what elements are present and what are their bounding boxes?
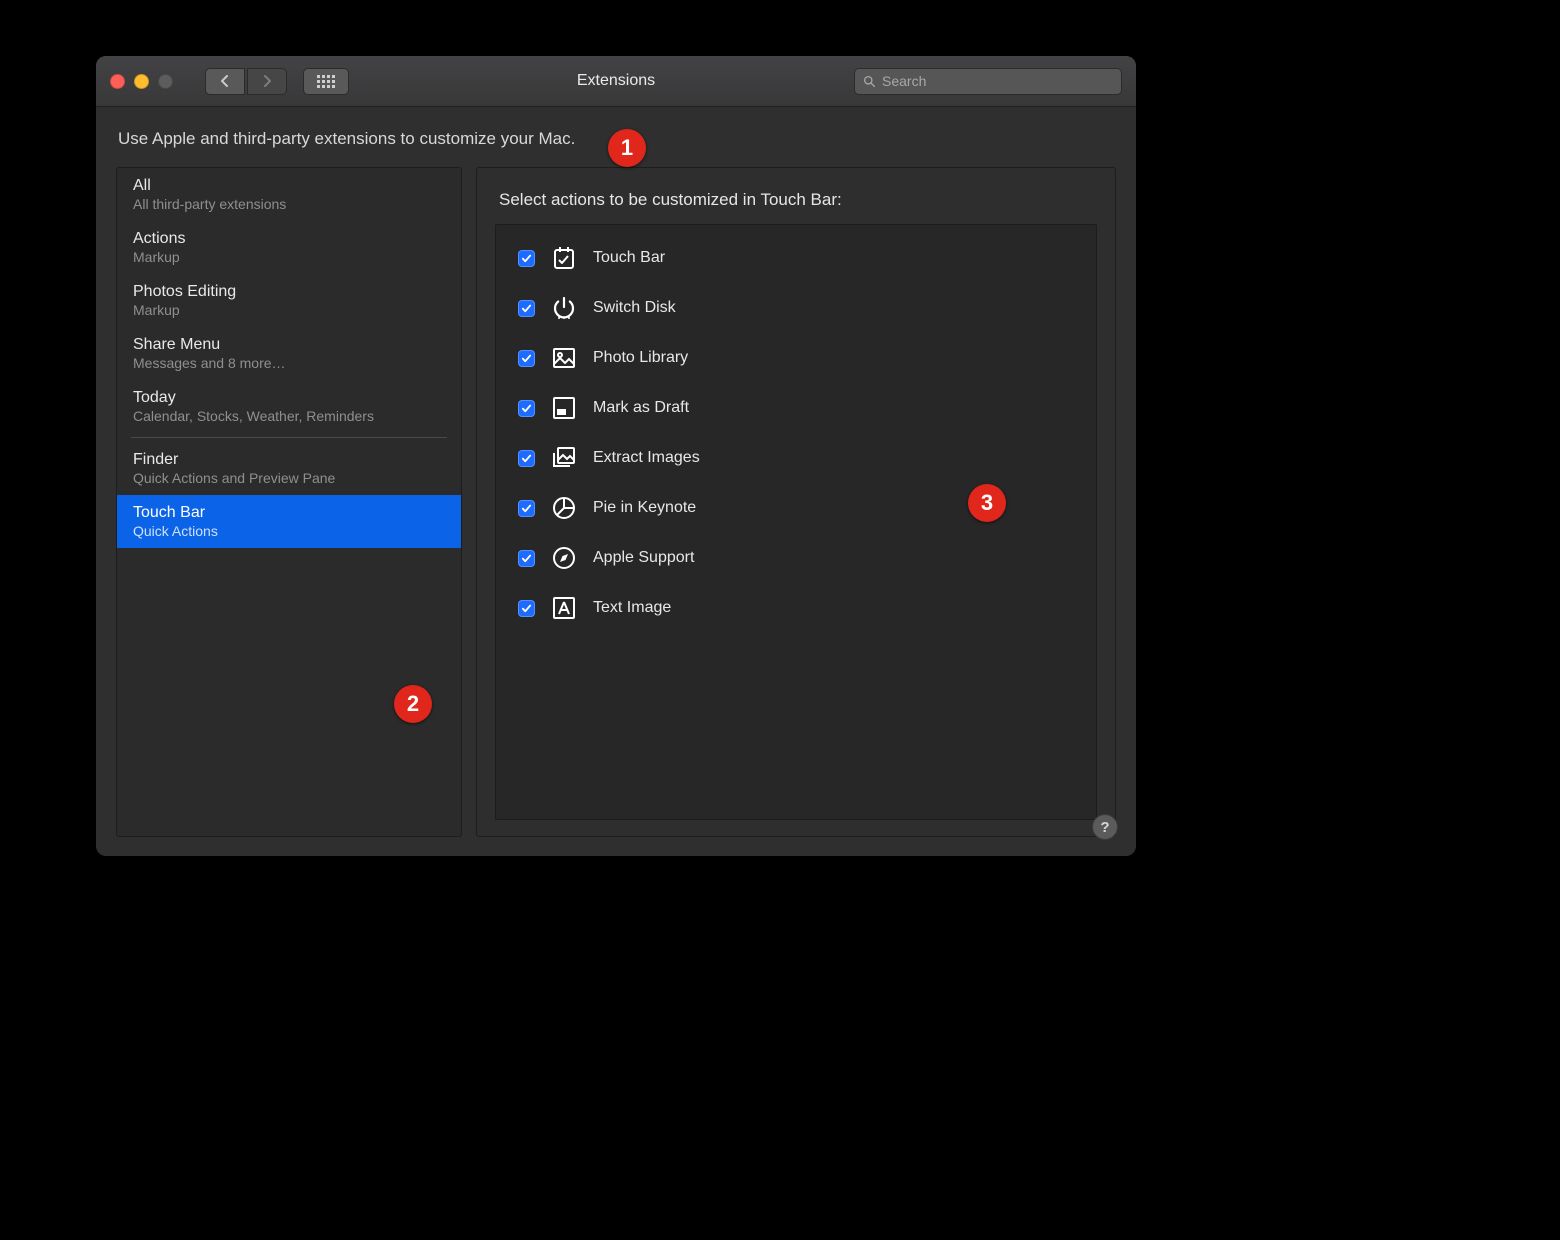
close-window-button[interactable]: [110, 74, 125, 89]
list-item-label: Apple Support: [593, 549, 694, 567]
checkbox[interactable]: [518, 550, 535, 567]
list-item-label: Extract Images: [593, 449, 700, 467]
list-item-label: Photo Library: [593, 349, 688, 367]
sidebar-item-sub: Calendar, Stocks, Weather, Reminders: [133, 408, 445, 424]
panel-heading: Select actions to be customized in Touch…: [499, 190, 1093, 210]
sidebar-item-sub: Messages and 8 more…: [133, 355, 445, 371]
list-item: Switch Disk: [496, 283, 1096, 333]
actions-list: Touch Bar Switch Disk: [495, 224, 1097, 820]
list-item: Photo Library: [496, 333, 1096, 383]
sidebar-item-touch-bar[interactable]: Touch Bar Quick Actions: [117, 495, 461, 548]
list-item: Mark as Draft: [496, 383, 1096, 433]
preferences-window: Extensions Search Use Apple and third-pa…: [96, 56, 1136, 856]
text-image-icon: [551, 595, 577, 621]
list-item-label: Touch Bar: [593, 249, 665, 267]
list-item-label: Mark as Draft: [593, 399, 689, 417]
sidebar-item-label: Finder: [133, 451, 445, 469]
compass-icon: [551, 545, 577, 571]
sidebar-item-label: Actions: [133, 230, 445, 248]
annotation-callout-2: 2: [394, 685, 432, 723]
window-body: Use Apple and third-party extensions to …: [96, 107, 1136, 856]
list-item: Extract Images: [496, 433, 1096, 483]
sidebar-item-label: Photos Editing: [133, 283, 445, 301]
sidebar-item-sub: Markup: [133, 249, 445, 265]
list-item: Apple Support: [496, 533, 1096, 583]
checkbox[interactable]: [518, 500, 535, 517]
checkbox[interactable]: [518, 400, 535, 417]
nav-buttons: [205, 68, 287, 95]
forward-button: [247, 68, 287, 95]
minimize-window-button[interactable]: [134, 74, 149, 89]
list-item: Touch Bar: [496, 233, 1096, 283]
checkbox[interactable]: [518, 300, 535, 317]
power-icon: [551, 295, 577, 321]
checkbox[interactable]: [518, 250, 535, 267]
search-input[interactable]: Search: [854, 68, 1122, 95]
list-item: Text Image: [496, 583, 1096, 633]
sidebar-item-actions[interactable]: Actions Markup: [117, 221, 461, 274]
grid-icon: [317, 75, 335, 88]
list-item: Pie in Keynote: [496, 483, 1096, 533]
sidebar-item-finder[interactable]: Finder Quick Actions and Preview Pane: [117, 442, 461, 495]
split-panes: All All third-party extensions Actions M…: [116, 167, 1116, 837]
main-panel: Select actions to be customized in Touch…: [476, 167, 1116, 837]
sidebar-item-share-menu[interactable]: Share Menu Messages and 8 more…: [117, 327, 461, 380]
sidebar-item-label: Share Menu: [133, 336, 445, 354]
sidebar-item-today[interactable]: Today Calendar, Stocks, Weather, Reminde…: [117, 380, 461, 433]
touch-bar-icon: [551, 245, 577, 271]
photos-stack-icon: [551, 445, 577, 471]
sidebar-item-sub: Markup: [133, 302, 445, 318]
pie-chart-icon: [551, 495, 577, 521]
help-button[interactable]: ?: [1092, 814, 1118, 840]
list-item-label: Text Image: [593, 599, 671, 617]
annotation-callout-1: 1: [608, 129, 646, 167]
list-item-label: Switch Disk: [593, 299, 676, 317]
search-placeholder: Search: [882, 73, 926, 89]
titlebar: Extensions Search: [96, 56, 1136, 107]
show-all-button[interactable]: [303, 68, 349, 95]
sidebar-item-photos-editing[interactable]: Photos Editing Markup: [117, 274, 461, 327]
traffic-lights: [110, 74, 173, 89]
sidebar-item-sub: Quick Actions: [133, 523, 445, 539]
checkbox[interactable]: [518, 600, 535, 617]
sidebar-item-label: Touch Bar: [133, 504, 445, 522]
sidebar-item-label: Today: [133, 389, 445, 407]
search-icon: [863, 75, 876, 88]
sidebar-item-sub: Quick Actions and Preview Pane: [133, 470, 445, 486]
sidebar-item-all[interactable]: All All third-party extensions: [117, 168, 461, 221]
sidebar-divider: [131, 437, 447, 438]
photo-icon: [551, 345, 577, 371]
checkbox[interactable]: [518, 450, 535, 467]
zoom-window-button: [158, 74, 173, 89]
sidebar-item-label: All: [133, 177, 445, 195]
checkbox[interactable]: [518, 350, 535, 367]
back-button[interactable]: [205, 68, 245, 95]
sidebar: All All third-party extensions Actions M…: [116, 167, 462, 837]
sidebar-item-sub: All third-party extensions: [133, 196, 445, 212]
window-title: Extensions: [577, 72, 655, 90]
list-item-label: Pie in Keynote: [593, 499, 696, 517]
annotation-callout-3: 3: [968, 484, 1006, 522]
document-icon: [551, 395, 577, 421]
